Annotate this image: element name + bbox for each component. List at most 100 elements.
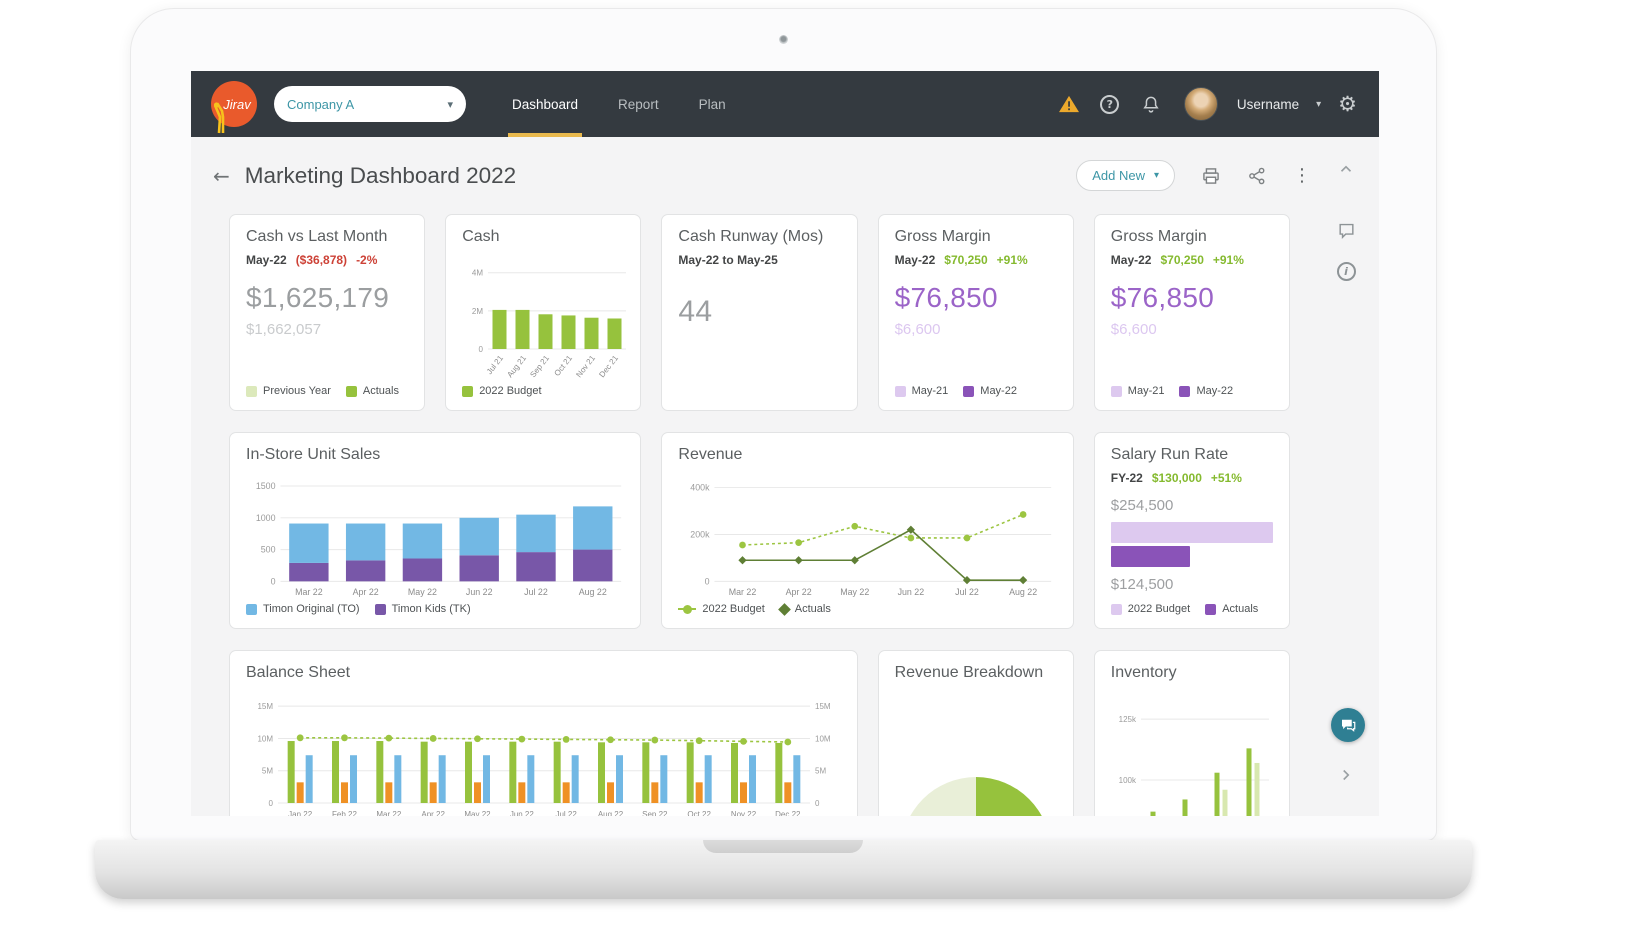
help-icon[interactable]: ?: [1098, 92, 1122, 116]
screen: Jirav Company A ▾ Dashboard Report Plan: [191, 71, 1379, 816]
legend: Previous Year Actuals: [246, 385, 408, 397]
user-caret-down-icon[interactable]: ▾: [1316, 99, 1321, 110]
svg-text:Apr 22: Apr 22: [421, 810, 445, 816]
svg-text:5M: 5M: [262, 767, 273, 776]
laptop-base-notch: [703, 840, 863, 853]
tab-plan[interactable]: Plan: [695, 71, 730, 137]
delta-label: $70,250: [1160, 253, 1203, 267]
navbar: Jirav Company A ▾ Dashboard Report Plan: [191, 71, 1379, 137]
caret-down-icon: ▾: [447, 98, 453, 111]
legend-item: May-22: [963, 385, 1017, 397]
svg-text:100k: 100k: [1118, 776, 1136, 785]
actuals-value-label: $124,500: [1111, 576, 1273, 593]
card-revenue-breakdown: Revenue Breakdown: [878, 650, 1074, 816]
legend-item: Previous Year: [246, 385, 331, 397]
svg-text:Jul 22: Jul 22: [956, 587, 980, 597]
legend-item: Timon Kids (TK): [375, 603, 471, 615]
notifications-bell-icon[interactable]: [1139, 92, 1163, 116]
settings-gear-icon[interactable]: ⚙: [1338, 94, 1357, 115]
metric-value: $76,850: [895, 282, 1057, 314]
page-title: Marketing Dashboard 2022: [245, 163, 516, 189]
legend: 2022 BudgetActuals: [678, 603, 1056, 615]
kebab-menu-icon[interactable]: ⋮: [1293, 165, 1311, 186]
svg-text:1000: 1000: [256, 513, 276, 523]
print-button[interactable]: [1201, 166, 1221, 186]
navbar-right: ? Username ▾ ⚙: [1057, 87, 1357, 121]
delta-label: $130,000: [1152, 471, 1202, 485]
svg-text:Jul 22: Jul 22: [555, 810, 577, 816]
back-button[interactable]: ←: [213, 164, 230, 188]
svg-text:2M: 2M: [472, 307, 483, 316]
card-title: Balance Sheet: [246, 664, 841, 682]
legend: 2022 Budget: [462, 385, 624, 397]
info-icon[interactable]: i: [1334, 259, 1358, 283]
legend: 2022 BudgetActuals: [1111, 603, 1273, 615]
svg-text:Nov 21: Nov 21: [575, 353, 598, 379]
legend-item: 2022 Budget: [462, 385, 541, 397]
svg-text:Jul 21: Jul 21: [485, 353, 506, 376]
metric-summary: May-22 $70,250 +91%: [1111, 253, 1273, 267]
warning-icon[interactable]: [1057, 92, 1081, 116]
period-label: May-22: [895, 253, 936, 267]
svg-text:1500: 1500: [256, 481, 276, 491]
svg-text:May 22: May 22: [841, 587, 870, 597]
metric-summary: May-22 ($36,878) -2%: [246, 253, 408, 267]
period-label: May-22: [246, 253, 287, 267]
svg-text:Sep 21: Sep 21: [529, 353, 552, 379]
card-cash-runway: Cash Runway (Mos) May-22 to May-25 44: [661, 214, 857, 411]
svg-text:Jul 22: Jul 22: [524, 587, 548, 597]
legend-item: Actuals: [780, 603, 831, 615]
expand-chevron-right-icon[interactable]: [1334, 763, 1358, 787]
card-salary-run-rate: Salary Run Rate FY-22 $130,000 +51% $254…: [1094, 432, 1290, 629]
svg-text:May 22: May 22: [464, 810, 491, 816]
svg-text:0: 0: [271, 576, 276, 586]
company-selector[interactable]: Company A ▾: [274, 86, 466, 122]
legend-item: May-22: [1179, 385, 1233, 397]
tab-report[interactable]: Report: [614, 71, 663, 137]
card-gross-margin: Gross Margin May-22 $70,250 +91% $76,850…: [878, 214, 1074, 411]
period-label: May-22 to May-25: [678, 253, 777, 267]
share-icon[interactable]: [1247, 166, 1267, 186]
card-title: Cash vs Last Month: [246, 228, 408, 246]
legend: May-21May-22: [1111, 385, 1273, 397]
card-revenue: Revenue 400k200k0Mar 22Apr 22May 22Jun 2…: [661, 432, 1073, 629]
metric-summary: May-22 to May-25: [678, 253, 840, 267]
card-title: Salary Run Rate: [1111, 446, 1273, 464]
svg-text:Aug 22: Aug 22: [1009, 587, 1037, 597]
svg-text:400k: 400k: [691, 483, 711, 493]
svg-text:10M: 10M: [815, 734, 831, 743]
user-avatar[interactable]: [1184, 87, 1218, 121]
company-selector-value: Company A: [287, 97, 447, 112]
budget-value-label: $254,500: [1111, 497, 1273, 514]
svg-text:0: 0: [479, 345, 484, 354]
revenue-breakdown-pie: [901, 777, 1051, 816]
metric-value: $76,850: [1111, 282, 1273, 314]
chat-fab-button[interactable]: [1331, 708, 1365, 742]
svg-text:Sep 22: Sep 22: [642, 810, 668, 816]
delta-label: $70,250: [944, 253, 987, 267]
svg-text:Oct 22: Oct 22: [687, 810, 711, 816]
card-title: Cash Runway (Mos): [678, 228, 840, 246]
delta-pct-label: -2%: [356, 253, 377, 267]
legend: Timon Original (TO)Timon Kids (TK): [246, 603, 624, 615]
card-balance-sheet: Balance Sheet 15M15M10M10M5M5M00Jan 22Fe…: [229, 650, 858, 816]
legend-item: Actuals: [346, 385, 399, 397]
card-title: Revenue Breakdown: [895, 664, 1057, 682]
svg-text:Jun 22: Jun 22: [466, 587, 493, 597]
svg-text:Aug 22: Aug 22: [579, 587, 607, 597]
comment-icon[interactable]: [1334, 218, 1358, 242]
username-label[interactable]: Username: [1237, 97, 1299, 112]
svg-text:Feb 22: Feb 22: [332, 810, 357, 816]
card-cash: Cash 4M2M0Jul 21Aug 21Sep 21Oct 21Nov 21…: [445, 214, 641, 411]
jirav-logo[interactable]: Jirav: [211, 81, 257, 127]
dashboard-grid: Cash vs Last Month May-22 ($36,878) -2% …: [191, 214, 1379, 816]
tab-dashboard[interactable]: Dashboard: [508, 71, 582, 137]
delta-label: ($36,878): [296, 253, 347, 267]
balance-sheet-chart: 15M15M10M10M5M5M00Jan 22Feb 22Mar 22Apr …: [246, 693, 844, 816]
chat-icon: [1339, 716, 1357, 734]
svg-text:Aug 22: Aug 22: [598, 810, 624, 816]
add-new-button[interactable]: Add New ▾: [1076, 160, 1175, 191]
svg-text:15M: 15M: [815, 702, 831, 711]
laptop-frame: Jirav Company A ▾ Dashboard Report Plan: [130, 8, 1437, 841]
collapse-chevron-up-icon[interactable]: [1334, 157, 1358, 181]
